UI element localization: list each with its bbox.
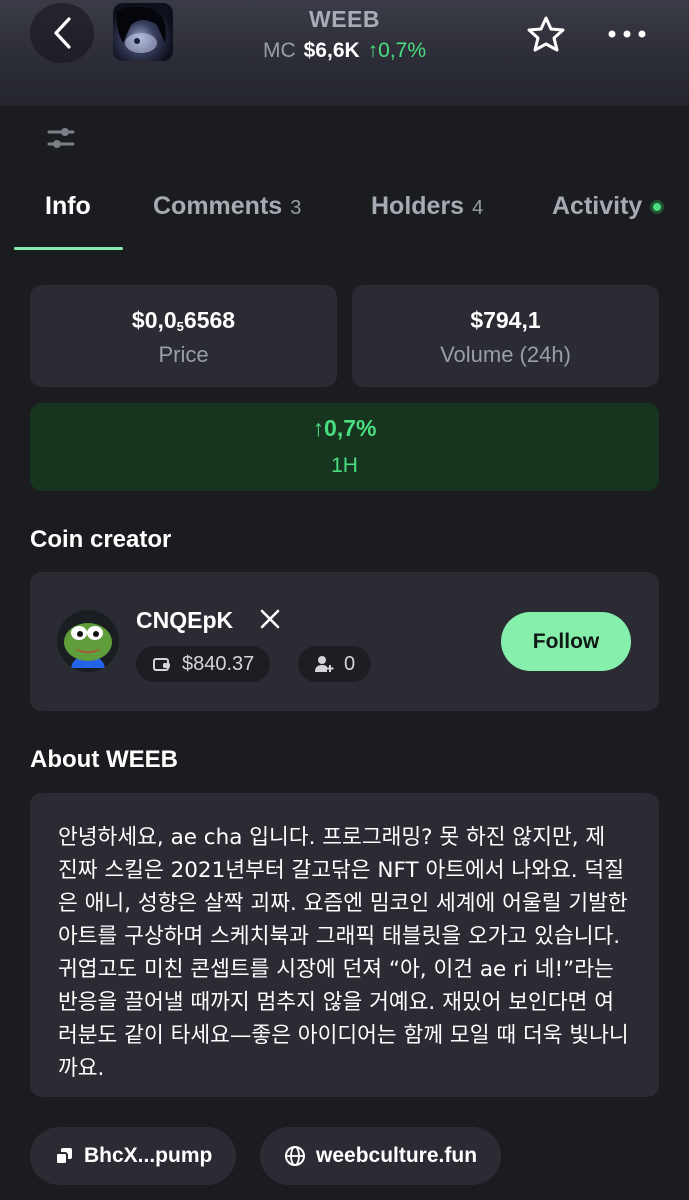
about-heading: About WEEB	[30, 746, 178, 773]
coin-header: WEEB MC $6,6K ↑0,7%	[0, 0, 689, 106]
more-icon	[608, 30, 646, 38]
tab-comments[interactable]: Comments 3	[153, 192, 301, 221]
coin-title: WEEB	[309, 6, 380, 32]
star-icon	[527, 16, 565, 52]
creator-followers-count: 0	[344, 652, 356, 675]
creator-balance-pill: $840.37	[136, 646, 271, 682]
tab-activity[interactable]: Activity	[552, 192, 665, 221]
tab-info-label: Info	[45, 192, 91, 220]
website-link[interactable]: weebculture.fun	[260, 1127, 502, 1185]
volume-value: $794,1	[470, 307, 541, 333]
tab-comments-label: Comments	[153, 192, 283, 220]
price-change-value: ↑0,7%	[312, 415, 377, 441]
filter-icon	[47, 128, 75, 148]
active-tab-indicator	[14, 247, 123, 250]
wallet-icon	[153, 658, 170, 671]
about-description: 안녕하세요, ae cha 입니다. 프로그래밍? 못 하진 않지만, 제 진짜…	[58, 825, 629, 1081]
tab-comments-count: 3	[290, 197, 302, 219]
market-cap-label: MC	[262, 39, 296, 62]
tab-holders-count: 4	[472, 197, 484, 219]
website-url: weebculture.fun	[316, 1144, 478, 1167]
copy-icon	[55, 1148, 72, 1165]
price-change-period: 1H	[331, 454, 358, 477]
live-indicator-icon	[650, 199, 665, 214]
more-options-button[interactable]	[602, 14, 652, 54]
creator-followers-pill: 0	[298, 646, 372, 682]
tab-bar: Info Comments 3 Holders 4 Activity	[0, 192, 689, 252]
tab-info[interactable]: Info	[45, 192, 91, 221]
volume-card: $794,1 Volume (24h)	[352, 285, 659, 387]
contract-address: BhcX...pump	[84, 1144, 213, 1167]
creator-avatar[interactable]	[57, 610, 119, 672]
price-label: Price	[158, 342, 209, 367]
add-user-icon	[315, 656, 334, 672]
follow-button[interactable]: Follow	[501, 612, 631, 671]
market-cap-value: $6,6K	[303, 39, 360, 62]
tab-holders-label: Holders	[371, 192, 465, 220]
filter-button[interactable]	[40, 120, 82, 156]
price-card: $0,056568 Price	[30, 285, 337, 387]
favorite-button[interactable]	[522, 10, 570, 58]
price-value: $0,056568	[131, 307, 236, 334]
about-card: 안녕하세요, ae cha 입니다. 프로그래밍? 못 하진 않지만, 제 진짜…	[30, 793, 659, 1097]
market-cap-change: ↑0,7%	[367, 39, 427, 62]
creator-name[interactable]: CNQEpK	[136, 607, 233, 634]
creator-balance: $840.37	[182, 652, 255, 675]
price-change-card: ↑0,7% 1H	[30, 403, 659, 491]
x-logo-icon[interactable]	[259, 608, 281, 630]
coin-creator-heading: Coin creator	[30, 526, 172, 553]
globe-icon	[285, 1146, 305, 1166]
volume-label: Volume (24h)	[440, 342, 571, 367]
market-cap-row: MC $6,6K ↑0,7%	[0, 39, 689, 63]
tab-activity-label: Activity	[552, 192, 643, 220]
tab-holders[interactable]: Holders 4	[371, 192, 483, 221]
contract-address-button[interactable]: BhcX...pump	[30, 1127, 237, 1185]
